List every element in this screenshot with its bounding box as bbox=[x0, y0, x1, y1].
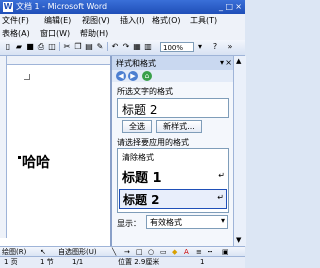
new-doc-icon[interactable]: ▯ bbox=[3, 42, 13, 52]
menu-tools[interactable]: 工具(T) bbox=[190, 14, 217, 27]
horizontal-ruler[interactable] bbox=[6, 56, 110, 65]
copy-icon[interactable]: ❐ bbox=[73, 42, 83, 52]
minimize-icon[interactable]: _ bbox=[219, 0, 223, 14]
selected-format-box[interactable]: 标题 2 bbox=[117, 98, 229, 118]
columns-icon[interactable]: ▥ bbox=[143, 42, 153, 52]
menu-edit[interactable]: 编辑(E) bbox=[44, 14, 71, 27]
pane-close-icon[interactable]: × bbox=[225, 58, 232, 67]
word-app-icon[interactable]: W bbox=[3, 2, 13, 12]
paragraph-mark-icon: ↵ bbox=[218, 171, 225, 180]
menubar-row-1: 文件(F) 编辑(E) 视图(V) 插入(I) 格式(O) 工具(T) bbox=[0, 14, 245, 28]
window-title: 文档 1 - Microsoft Word bbox=[16, 2, 108, 11]
margin-corner-mark bbox=[24, 74, 30, 80]
format-painter-icon[interactable]: ✎ bbox=[95, 42, 105, 52]
open-folder-icon[interactable]: ▰ bbox=[14, 42, 24, 52]
task-pane-header: 样式和格式 ▾ × bbox=[112, 56, 234, 70]
show-filter-select[interactable]: 有效格式 ▾ bbox=[146, 215, 228, 229]
title-bar: W 文档 1 - Microsoft Word _ □ × bbox=[0, 0, 245, 14]
bullet-mark bbox=[18, 156, 21, 159]
document-text[interactable]: 哈哈 bbox=[22, 152, 50, 172]
maximize-icon[interactable]: □ bbox=[225, 0, 233, 14]
new-style-button[interactable]: 新样式... bbox=[156, 120, 202, 133]
selected-format-label: 所选文字的格式 bbox=[117, 87, 173, 96]
preview-icon[interactable]: ◫ bbox=[47, 42, 57, 52]
toolbar-options-icon[interactable]: » bbox=[225, 42, 235, 52]
forward-icon[interactable]: ▶ bbox=[128, 71, 138, 81]
status-page-of: 1/1 bbox=[72, 258, 84, 266]
menu-format[interactable]: 格式(O) bbox=[152, 14, 181, 27]
paste-icon[interactable]: ▤ bbox=[84, 42, 94, 52]
menu-help[interactable]: 帮助(H) bbox=[80, 27, 108, 40]
menu-table[interactable]: 表格(A) bbox=[2, 27, 30, 40]
status-position: 位置 2.9厘米 bbox=[118, 258, 160, 266]
scroll-down-icon[interactable]: ▼ bbox=[236, 236, 241, 244]
menu-file[interactable]: 文件(F) bbox=[2, 14, 29, 27]
undo-icon[interactable]: ↶ bbox=[110, 42, 120, 52]
vertical-ruler[interactable] bbox=[0, 56, 7, 238]
menu-view[interactable]: 视图(V) bbox=[82, 14, 110, 27]
show-label: 显示： bbox=[117, 219, 141, 228]
redo-icon[interactable]: ↷ bbox=[121, 42, 131, 52]
style-item-heading2: 标题 2 bbox=[123, 193, 160, 207]
table-icon[interactable]: ▦ bbox=[132, 42, 142, 52]
show-filter-value: 有效格式 bbox=[150, 218, 182, 227]
menubar-row-2: 表格(A) 窗口(W) 帮助(H) bbox=[0, 27, 245, 41]
style-item-heading2-selected[interactable]: 标题 2 ↵ bbox=[119, 189, 227, 209]
zoom-select[interactable]: 100% bbox=[160, 42, 194, 52]
status-line: 1 bbox=[200, 258, 205, 266]
apply-format-label: 请选择要应用的格式 bbox=[117, 138, 189, 147]
task-pane-nav: ◀ ▶ ⌂ bbox=[112, 70, 234, 82]
select-all-button[interactable]: 全选 bbox=[122, 120, 152, 133]
styles-list: 清除格式 标题 1 ↵ 标题 2 ↵ bbox=[117, 148, 229, 213]
status-section: 1 节 bbox=[40, 258, 54, 266]
zoom-dropdown-icon[interactable]: ▾ bbox=[195, 42, 205, 52]
back-icon[interactable]: ◀ bbox=[116, 71, 126, 81]
close-icon[interactable]: × bbox=[235, 0, 242, 14]
style-item-clear[interactable]: 清除格式 bbox=[122, 152, 154, 163]
help-icon[interactable]: ? bbox=[210, 42, 220, 52]
print-icon[interactable]: ⎙ bbox=[36, 42, 46, 52]
save-icon[interactable]: ■ bbox=[25, 42, 35, 52]
selected-format-value: 标题 2 bbox=[122, 103, 158, 117]
task-pane-title: 样式和格式 bbox=[116, 59, 156, 68]
status-page: 1 页 bbox=[4, 258, 18, 266]
paragraph-mark-icon: ↵ bbox=[217, 193, 224, 202]
document-area[interactable]: 哈哈 bbox=[0, 56, 111, 246]
vertical-scrollbar[interactable]: ▲ ▼ bbox=[233, 56, 246, 246]
menu-window[interactable]: 窗口(W) bbox=[40, 27, 70, 40]
standard-toolbar: ▯ ▰ ■ ⎙ ◫ ✂ ❐ ▤ ✎ ↶ ↷ ▦ ▥ 100% ▾ ? » bbox=[0, 40, 245, 56]
styles-task-pane: 样式和格式 ▾ × ◀ ▶ ⌂ 所选文字的格式 标题 2 全选 新样式... 请… bbox=[111, 56, 234, 246]
home-icon[interactable]: ⌂ bbox=[142, 71, 152, 81]
menu-insert[interactable]: 插入(I) bbox=[120, 14, 145, 27]
style-item-heading1[interactable]: 标题 1 bbox=[122, 167, 162, 186]
scroll-up-icon[interactable]: ▲ bbox=[236, 57, 241, 65]
pane-menu-icon[interactable]: ▾ bbox=[220, 58, 224, 67]
status-bar: 1 页 1 节 1/1 位置 2.9厘米 1 bbox=[0, 256, 245, 268]
chevron-down-icon[interactable]: ▾ bbox=[221, 216, 225, 225]
cut-icon[interactable]: ✂ bbox=[62, 42, 72, 52]
